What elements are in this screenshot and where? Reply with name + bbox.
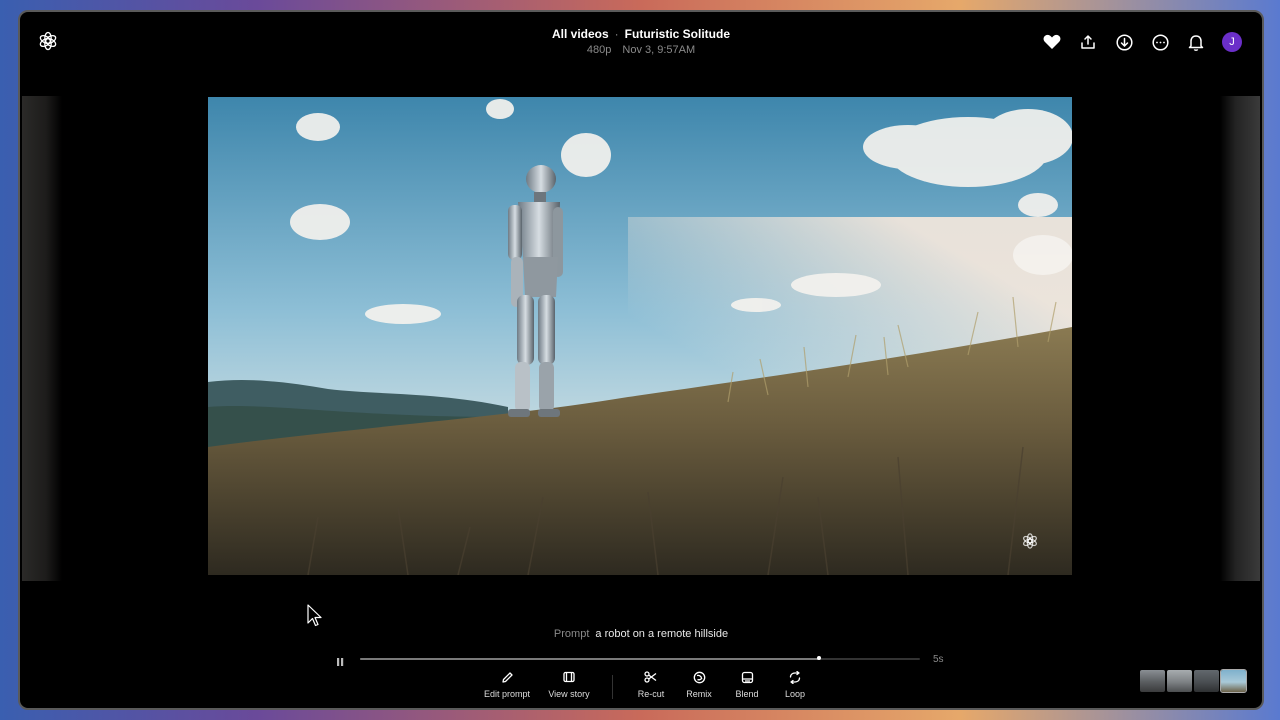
view-story-label: View story [548,689,590,699]
bell-icon [1188,34,1204,51]
storyboard-icon [563,671,575,683]
video-player[interactable] [208,97,1072,575]
recut-label: Re-cut [637,689,665,699]
thumbnail-1[interactable] [1140,670,1165,692]
blend-label: Blend [735,689,759,699]
favorite-button[interactable] [1040,30,1064,54]
duration-label: 5s [933,654,944,665]
remix-button[interactable]: Remix [674,669,724,699]
avatar: J [1222,32,1242,52]
download-button[interactable] [1112,30,1136,54]
playhead-handle[interactable] [817,656,822,660]
next-video-preview[interactable] [1220,96,1260,581]
loop-icon [789,670,801,684]
loop-label: Loop [784,689,806,699]
pause-icon [337,658,344,666]
timeline-scrubber[interactable] [360,656,920,660]
more-icon [1151,33,1169,51]
view-story-button[interactable]: View story [537,669,601,699]
thumbnail-3[interactable] [1194,670,1219,692]
app-window: All videos · Futuristic Solitude 480p Nov … [18,10,1264,710]
timeline-progress [360,658,820,660]
video-frame [208,97,1072,575]
header-actions: J [1040,30,1244,54]
thumbnail-2[interactable] [1167,670,1192,692]
remix-label: Remix [686,689,712,699]
more-options-button[interactable] [1148,30,1172,54]
prompt-label: Prompt [553,628,590,640]
video-title: Futuristic Solitude [624,27,731,41]
edit-prompt-button[interactable]: Edit prompt [475,669,539,699]
pencil-icon [501,671,513,683]
remix-icon [693,671,705,683]
user-avatar-button[interactable]: J [1220,30,1244,54]
scissors-icon [644,671,657,683]
blend-button[interactable]: Blend [722,669,772,699]
previous-video-preview[interactable] [22,96,62,581]
notifications-button[interactable] [1184,30,1208,54]
resolution-label: 480p [586,44,612,56]
share-button[interactable] [1076,30,1100,54]
video-thumbnails [1140,669,1247,693]
pause-button[interactable] [335,654,347,666]
breadcrumb-all-videos[interactable]: All videos [552,27,609,41]
timestamp-label: Nov 3, 9:57AM [622,44,696,56]
thumbnail-4[interactable] [1220,669,1247,693]
top-bar: All videos · Futuristic Solitude 480p Nov … [20,12,1262,72]
heart-icon [1043,34,1061,49]
recut-button[interactable]: Re-cut [626,669,676,699]
prompt-line: Prompt a robot on a remote hillside [20,628,1262,640]
prompt-text[interactable]: a robot on a remote hillside [595,628,728,640]
download-icon [1115,33,1133,51]
mouse-cursor-icon [307,604,323,633]
share-icon [1081,35,1095,49]
edit-toolbar: Edit prompt View story Re-cut Remix Blen… [476,669,819,699]
blend-icon [741,671,753,683]
edit-prompt-label: Edit prompt [483,689,531,699]
toolbar-divider [612,675,613,699]
loop-button[interactable]: Loop [770,669,820,699]
breadcrumb-separator: · [614,27,619,41]
